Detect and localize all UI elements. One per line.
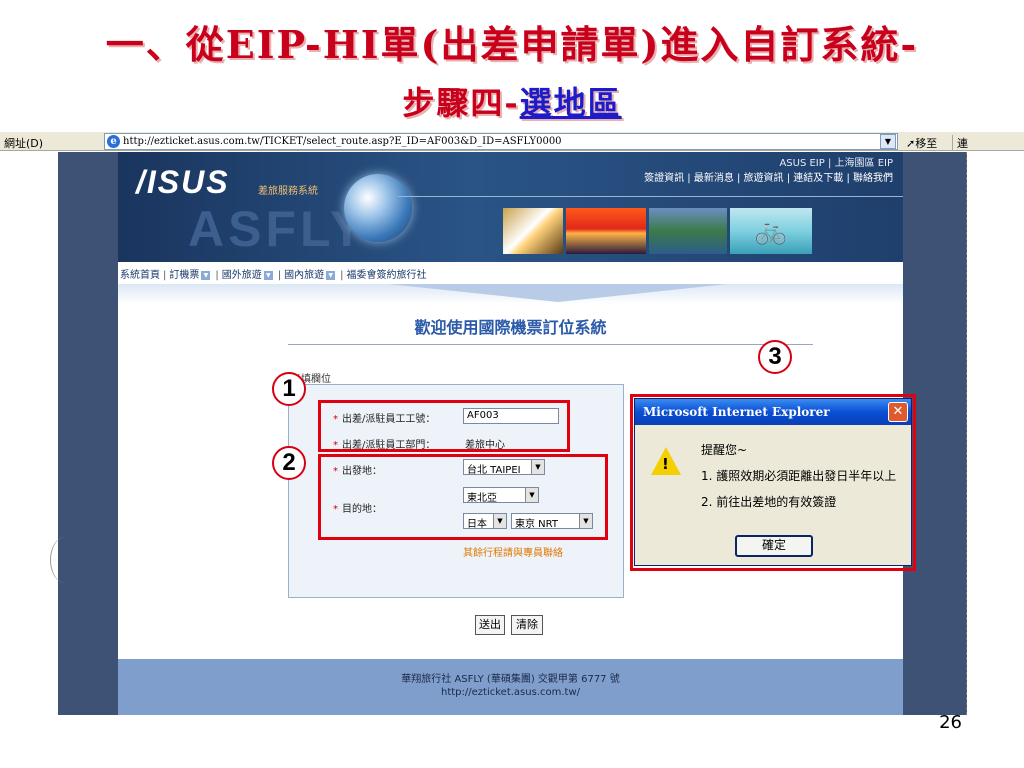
slide-title-line2: 步驟四-選地區 xyxy=(0,78,1024,124)
footer-company: 華翔旅行社 ASFLY (華碩集團) 交觀甲第 6777 號 xyxy=(401,674,620,685)
bicycle-photo: 🚲 xyxy=(730,208,812,254)
dialog-message-heading: 提醒您~ xyxy=(701,443,748,457)
viewport-edge xyxy=(966,152,974,715)
ok-button[interactable]: 確定 xyxy=(735,535,813,557)
nav-wedge xyxy=(388,284,728,302)
url-input[interactable]: e http://ezticket.asus.com.tw/TICKET/sel… xyxy=(104,133,898,150)
page-title: 歡迎使用國際機票訂位系統 xyxy=(414,318,607,337)
go-button[interactable]: ➚移至 xyxy=(906,135,937,151)
links-button[interactable]: 連 xyxy=(952,135,968,151)
clear-button[interactable]: 清除 xyxy=(511,615,543,635)
footer-url[interactable]: http://ezticket.asus.com.tw/ xyxy=(118,686,903,699)
submit-button[interactable]: 送出 xyxy=(475,615,505,635)
sunset-photo xyxy=(566,208,646,254)
warning-mark: ! xyxy=(662,455,669,473)
logo-subtitle: 差旅服務系統 xyxy=(258,186,318,197)
dialog-message-visa: 2. 前往出差地的有效簽證 xyxy=(701,495,837,509)
address-bar: 網址(D) e http://ezticket.asus.com.tw/TICK… xyxy=(0,131,1024,151)
nav-overseas[interactable]: 國外旅遊 xyxy=(222,266,262,281)
decorative-arc xyxy=(50,537,80,583)
dialog-message-passport: 1. 護照效期必須距離出發日半年以上 xyxy=(701,469,897,483)
site-footer: 華翔旅行社 ASFLY (華碩集團) 交觀甲第 6777 號 http://ez… xyxy=(118,659,903,715)
coast-photo xyxy=(649,208,727,254)
title-divider xyxy=(288,344,813,345)
header-links[interactable]: ASUS EIP | 上海園區 EIP 簽證資訊 | 最新消息 | 旅遊資訊 |… xyxy=(644,156,893,186)
slide-page-number: 26 xyxy=(939,712,962,733)
site-header: ASFLY /ISUS 差旅服務系統 ASUS EIP | 上海園區 EIP 簽… xyxy=(118,152,903,262)
callout-box-1 xyxy=(318,400,570,452)
ie-icon: e xyxy=(107,135,120,148)
slide-title-line1: 一、從EIP-HI單(出差申請單)進入自訂系統- xyxy=(105,22,919,67)
dialog-title: Microsoft Internet Explorer xyxy=(635,399,911,425)
url-dropdown-button[interactable]: ▼ xyxy=(880,134,896,149)
asfly-watermark: ASFLY xyxy=(188,201,368,257)
callout-box-2 xyxy=(318,454,608,540)
header-divider xyxy=(398,196,903,197)
contact-note-link[interactable]: 其餘行程請與專員聯絡 xyxy=(463,544,563,559)
nav-tickets[interactable]: 訂機票 xyxy=(169,266,199,281)
callout-number-2: 2 xyxy=(272,446,306,480)
alert-dialog: Microsoft Internet Explorer ✕ ! 提醒您~ 1. … xyxy=(634,398,912,566)
callout-number-3: 3 xyxy=(758,340,792,374)
title-step-label: 步驟四- xyxy=(402,84,520,122)
main-nav: 系統首頁 | 訂機票 ▼ | 國外旅遊 ▼ | 國內旅遊 ▼ | 福委會簽約旅行社 xyxy=(118,262,903,284)
flower-photo xyxy=(503,208,563,254)
address-label: 網址(D) xyxy=(4,137,44,150)
globe-image xyxy=(344,174,412,242)
title-step-link: 選地區 xyxy=(519,84,622,122)
asus-logo[interactable]: /ISUS xyxy=(136,164,230,201)
chevron-down-icon[interactable]: ▼ xyxy=(201,270,211,280)
nav-welfare[interactable]: 福委會簽約旅行社 xyxy=(347,266,427,281)
chevron-down-icon[interactable]: ▼ xyxy=(263,270,273,280)
close-icon[interactable]: ✕ xyxy=(888,402,908,422)
callout-number-1: 1 xyxy=(272,372,306,406)
info-links[interactable]: 簽證資訊 | 最新消息 | 旅遊資訊 | 連結及下載 | 聯絡我們 xyxy=(644,171,893,186)
url-text: http://ezticket.asus.com.tw/TICKET/selec… xyxy=(123,136,562,147)
nav-home[interactable]: 系統首頁 xyxy=(120,266,160,281)
eip-links[interactable]: ASUS EIP | 上海園區 EIP xyxy=(644,156,893,171)
bicycle-icon: 🚲 xyxy=(754,216,788,246)
nav-domestic[interactable]: 國內旅遊 xyxy=(284,266,324,281)
chevron-down-icon[interactable]: ▼ xyxy=(326,270,336,280)
